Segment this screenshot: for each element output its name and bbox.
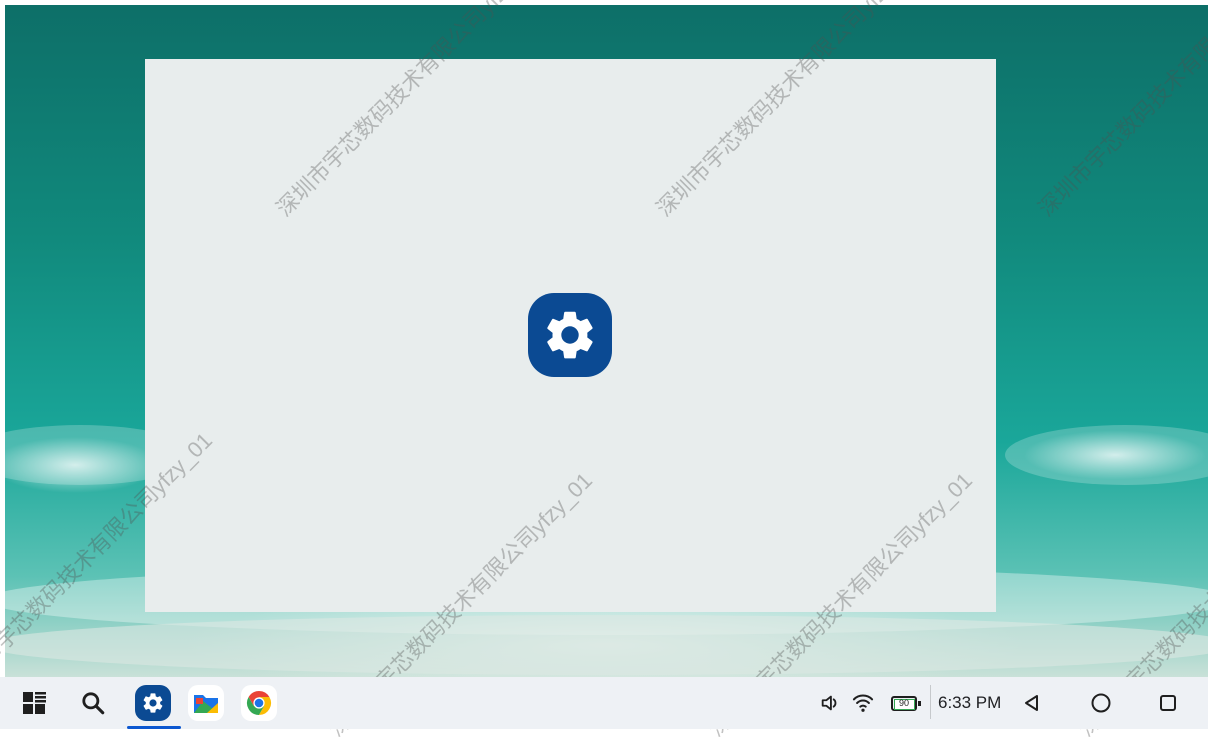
back-triangle-icon bbox=[1025, 695, 1038, 711]
taskbar: 90 6:33 PM bbox=[0, 677, 1208, 729]
taskbar-chrome-app[interactable] bbox=[241, 685, 277, 721]
settings-app-window[interactable] bbox=[145, 59, 996, 612]
chrome-icon bbox=[246, 691, 272, 715]
wallpaper-shore bbox=[5, 615, 1208, 675]
gear-icon bbox=[547, 311, 593, 359]
taskbar-files-app[interactable] bbox=[188, 685, 224, 721]
settings-app-icon bbox=[135, 685, 171, 721]
wallpaper-wave bbox=[1005, 425, 1208, 485]
battery-indicator[interactable]: 90 bbox=[884, 685, 924, 721]
volume-icon bbox=[821, 695, 837, 711]
chrome-icon-wrapper bbox=[241, 685, 277, 721]
home-circle-icon bbox=[1091, 693, 1111, 713]
files-icon bbox=[188, 685, 224, 721]
app-drawer-icon bbox=[23, 692, 46, 714]
wifi-button[interactable] bbox=[845, 685, 881, 721]
recents-square-icon bbox=[1160, 695, 1176, 711]
search-icon bbox=[82, 692, 105, 715]
search-button[interactable] bbox=[75, 685, 111, 721]
home-button[interactable] bbox=[1083, 685, 1119, 721]
volume-button[interactable] bbox=[812, 685, 848, 721]
folder-icon bbox=[194, 695, 218, 713]
gear-icon bbox=[143, 693, 163, 713]
battery-percent: 90 bbox=[898, 697, 909, 708]
settings-app-splash-icon bbox=[528, 293, 612, 377]
taskbar-settings-app[interactable] bbox=[135, 685, 171, 721]
status-separator bbox=[930, 685, 931, 719]
clock[interactable]: 6:33 PM bbox=[938, 693, 1001, 713]
wifi-icon bbox=[852, 694, 874, 712]
recents-button[interactable] bbox=[1150, 685, 1186, 721]
back-button[interactable] bbox=[1014, 685, 1050, 721]
battery-tip bbox=[918, 700, 921, 706]
battery-icon: 90 bbox=[891, 695, 921, 711]
app-drawer-button[interactable] bbox=[17, 685, 53, 721]
